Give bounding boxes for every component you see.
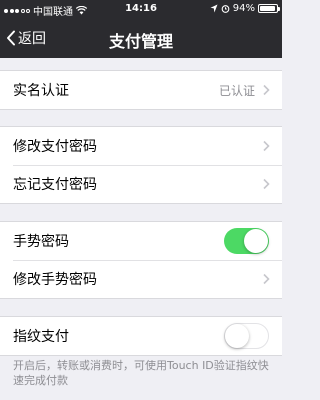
realname-row[interactable]: 实名认证 已认证 [0, 71, 282, 109]
modify-gesture-row[interactable]: 修改手势密码 [0, 260, 282, 298]
modify-password-row[interactable]: 修改支付密码 [0, 127, 282, 165]
modify-password-label: 修改支付密码 [13, 139, 97, 155]
fingerprint-label: 指纹支付 [13, 329, 69, 345]
page-title: 支付管理 [108, 32, 173, 51]
gesture-group: 手势密码 修改手势密码 [0, 221, 282, 299]
status-bar: 中国联通 14:16 94% [0, 0, 282, 18]
chevron-right-icon [263, 273, 270, 285]
toggle-knob [225, 324, 249, 348]
gesture-password-row: 手势密码 [0, 222, 282, 260]
chevron-right-icon [263, 84, 270, 96]
location-icon [210, 4, 218, 13]
password-group: 修改支付密码 忘记支付密码 [0, 126, 282, 204]
battery-icon [258, 4, 280, 13]
modify-gesture-label: 修改手势密码 [13, 272, 97, 288]
identity-group: 实名认证 已认证 [0, 70, 282, 110]
battery-percent: 94% [232, 3, 255, 14]
chevron-right-icon [263, 140, 270, 152]
fingerprint-group: 指纹支付 [0, 316, 282, 356]
realname-label: 实名认证 [13, 83, 69, 99]
gesture-password-label: 手势密码 [13, 234, 69, 250]
forget-password-label: 忘记支付密码 [13, 177, 97, 193]
toggle-knob [244, 229, 268, 253]
chevron-right-icon [263, 178, 270, 190]
navigation-bar: 返回 支付管理 [0, 18, 282, 58]
fingerprint-toggle[interactable] [224, 323, 269, 349]
status-right: 94% [210, 3, 280, 14]
alarm-icon [221, 5, 230, 13]
forget-password-row[interactable]: 忘记支付密码 [0, 165, 282, 203]
realname-status: 已认证 [218, 84, 255, 98]
fingerprint-hint: 开启后，转账或消费时，可使用Touch ID验证指纹快速完成付款 [13, 359, 269, 387]
fingerprint-row: 指纹支付 [0, 317, 282, 355]
gesture-password-toggle[interactable] [224, 228, 269, 254]
